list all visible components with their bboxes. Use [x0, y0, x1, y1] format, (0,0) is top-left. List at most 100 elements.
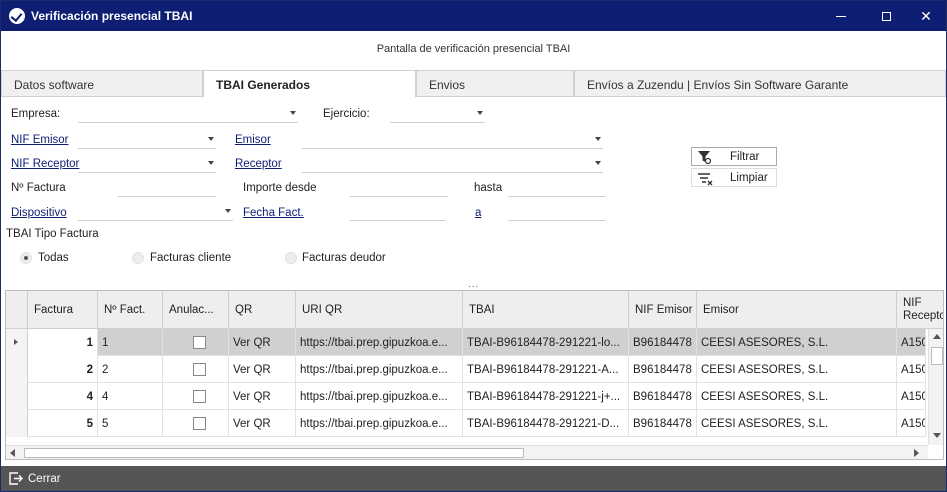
cell-nif-emisor[interactable]: B96184478 [629, 356, 697, 383]
cell-anulada[interactable] [163, 356, 229, 383]
num-factura-input[interactable] [118, 179, 216, 197]
cell-factura[interactable]: 2 [28, 356, 98, 383]
fecha-hasta-input[interactable] [508, 203, 606, 221]
cell-emisor[interactable]: CEESI ASESORES, S.L. [697, 356, 897, 383]
tab-envios-zuzendu[interactable]: Envíos a Zuzendu | Envíos Sin Software G… [574, 70, 946, 97]
horizontal-scroll-thumb[interactable] [24, 448, 524, 458]
table-row[interactable]: 1 1 Ver QR https://tbai.prep.gipuzkoa.e.… [6, 329, 926, 356]
cell-uri-qr[interactable]: https://tbai.prep.gipuzkoa.e... [296, 410, 463, 437]
cell-qr[interactable]: Ver QR [229, 383, 296, 410]
limpiar-button[interactable]: Limpiar [691, 168, 777, 187]
table-row[interactable]: 2 2 Ver QR https://tbai.prep.gipuzkoa.e.… [6, 356, 926, 383]
dispositivo-dropdown[interactable] [78, 203, 233, 221]
fecha-desde-input[interactable] [350, 203, 446, 221]
title-bar[interactable]: Verificación presencial TBAI ✕ [1, 1, 946, 31]
col-uri-qr[interactable]: URI QR [296, 291, 463, 329]
radio-facturas-cliente[interactable] [132, 252, 144, 264]
cell-uri-qr[interactable]: https://tbai.prep.gipuzkoa.e... [296, 383, 463, 410]
cell-nif-receptor[interactable]: A150 [897, 329, 926, 356]
cell-uri-qr[interactable]: https://tbai.prep.gipuzkoa.e... [296, 329, 463, 356]
cell-nif-receptor[interactable]: A150 [897, 410, 926, 437]
cell-tbai[interactable]: TBAI-B96184478-291221-D... [463, 410, 629, 437]
col-qr[interactable]: QR [229, 291, 296, 329]
tab-envios[interactable]: Envios [416, 70, 574, 97]
table-row[interactable]: 5 5 Ver QR https://tbai.prep.gipuzkoa.e.… [6, 410, 926, 437]
empresa-dropdown[interactable] [78, 105, 298, 123]
cell-factura[interactable]: 1 [28, 329, 98, 356]
col-num-fact[interactable]: Nº Fact. [98, 291, 163, 329]
cell-nif-receptor[interactable]: A150 [897, 356, 926, 383]
cell-nif-emisor[interactable]: B96184478 [629, 410, 697, 437]
row-selector[interactable] [6, 356, 28, 383]
tab-tbai-generados[interactable]: TBAI Generados [203, 70, 416, 98]
nif-receptor-link[interactable]: NIF Receptor [11, 158, 79, 170]
cell-factura[interactable]: 5 [28, 410, 98, 437]
dispositivo-link[interactable]: Dispositivo [11, 207, 67, 219]
tab-datos-software[interactable]: Datos software [1, 70, 203, 97]
anulada-checkbox[interactable] [193, 336, 206, 349]
nif-emisor-link[interactable]: NIF Emisor [11, 134, 69, 146]
anulada-checkbox[interactable] [193, 417, 206, 430]
cell-num-fact[interactable]: 1 [98, 329, 163, 356]
row-selector[interactable] [6, 329, 28, 356]
importe-desde-input[interactable] [350, 179, 448, 197]
maximize-button[interactable] [866, 1, 906, 31]
cell-num-fact[interactable]: 4 [98, 383, 163, 410]
receptor-link[interactable]: Receptor [235, 158, 282, 170]
cell-emisor[interactable]: CEESI ASESORES, S.L. [697, 383, 897, 410]
col-factura[interactable]: Factura [28, 291, 98, 329]
nif-emisor-dropdown[interactable] [78, 131, 216, 149]
col-anulada[interactable]: Anulac... [163, 291, 229, 329]
cell-emisor[interactable]: CEESI ASESORES, S.L. [697, 410, 897, 437]
scroll-down-icon[interactable] [933, 433, 941, 438]
col-tbai[interactable]: TBAI [463, 291, 629, 329]
anulada-checkbox[interactable] [193, 363, 206, 376]
horizontal-scrollbar[interactable] [6, 445, 928, 459]
cell-num-fact[interactable]: 2 [98, 356, 163, 383]
emisor-link[interactable]: Emisor [235, 134, 271, 146]
scroll-up-icon[interactable] [933, 334, 941, 339]
col-nif-receptor[interactable]: NIF Receptor [897, 291, 943, 329]
cell-nif-receptor[interactable]: A150 [897, 383, 926, 410]
ejercicio-dropdown[interactable] [390, 105, 485, 123]
cell-factura[interactable]: 4 [28, 383, 98, 410]
close-window-button[interactable]: ✕ [906, 1, 946, 31]
radio-facturas-deudor-label[interactable]: Facturas deudor [302, 252, 386, 264]
cell-qr[interactable]: Ver QR [229, 410, 296, 437]
emisor-dropdown[interactable] [302, 131, 603, 149]
col-emisor[interactable]: Emisor [697, 291, 897, 329]
minimize-button[interactable] [821, 1, 861, 31]
importe-hasta-input[interactable] [508, 179, 606, 197]
cell-num-fact[interactable]: 5 [98, 410, 163, 437]
fecha-fact-link[interactable]: Fecha Fact. [243, 207, 304, 219]
cell-nif-emisor[interactable]: B96184478 [629, 383, 697, 410]
cell-emisor[interactable]: CEESI ASESORES, S.L. [697, 329, 897, 356]
radio-facturas-cliente-label[interactable]: Facturas cliente [150, 252, 231, 264]
cell-tbai[interactable]: TBAI-B96184478-291221-A... [463, 356, 629, 383]
cell-qr[interactable]: Ver QR [229, 329, 296, 356]
cell-uri-qr[interactable]: https://tbai.prep.gipuzkoa.e... [296, 356, 463, 383]
col-nif-emisor[interactable]: NIF Emisor [629, 291, 697, 329]
cell-anulada[interactable] [163, 383, 229, 410]
cell-anulada[interactable] [163, 329, 229, 356]
scroll-left-icon[interactable] [10, 449, 15, 457]
vertical-scrollbar[interactable] [928, 329, 943, 445]
cell-anulada[interactable] [163, 410, 229, 437]
radio-facturas-deudor[interactable] [285, 252, 297, 264]
radio-todas[interactable] [20, 252, 32, 264]
cell-nif-emisor[interactable]: B96184478 [629, 329, 697, 356]
fecha-a-link[interactable]: a [475, 207, 481, 219]
anulada-checkbox[interactable] [193, 390, 206, 403]
cell-tbai[interactable]: TBAI-B96184478-291221-j+... [463, 383, 629, 410]
cell-tbai[interactable]: TBAI-B96184478-291221-lo... [463, 329, 629, 356]
row-selector[interactable] [6, 410, 28, 437]
nif-receptor-dropdown[interactable] [78, 155, 216, 173]
receptor-dropdown[interactable] [302, 155, 603, 173]
row-selector[interactable] [6, 383, 28, 410]
scroll-right-icon[interactable] [914, 449, 919, 457]
cell-qr[interactable]: Ver QR [229, 356, 296, 383]
radio-todas-label[interactable]: Todas [38, 252, 69, 264]
vertical-scroll-thumb[interactable] [931, 347, 943, 365]
splitter-handle[interactable]: ... [468, 279, 479, 290]
filtrar-button[interactable]: Filtrar [691, 147, 777, 166]
